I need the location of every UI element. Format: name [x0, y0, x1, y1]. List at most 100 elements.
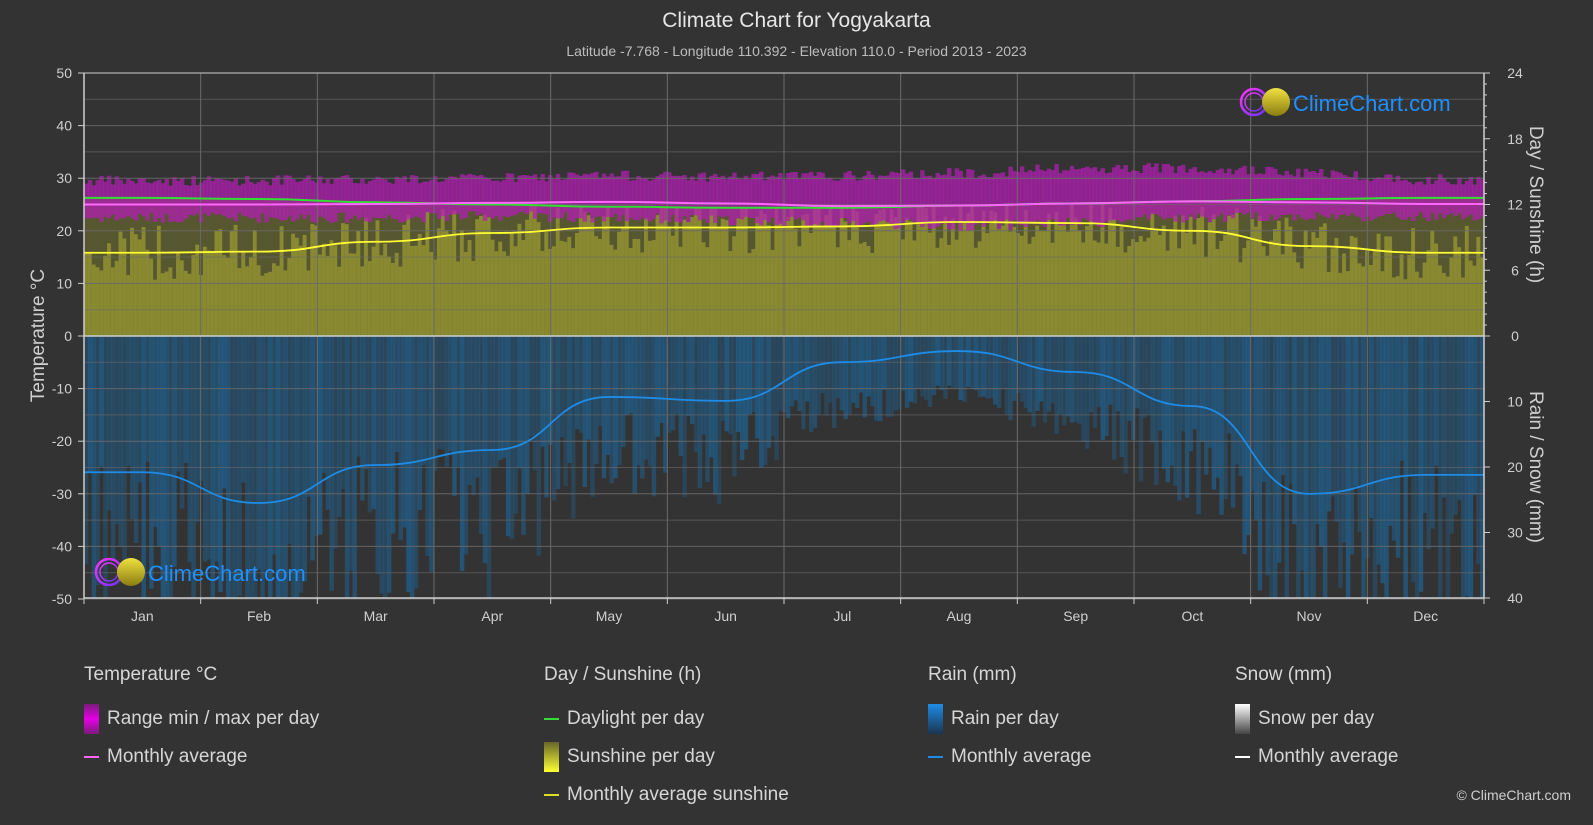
rain-bar — [1046, 336, 1052, 412]
sunshine-bar — [1380, 271, 1385, 336]
temp-range-bar — [839, 179, 845, 219]
rain-bar — [1127, 336, 1132, 421]
sunshine-bar — [881, 209, 887, 336]
sunshine-bar — [590, 218, 595, 336]
sunshine-bar — [1257, 216, 1263, 336]
rain-bar — [202, 336, 208, 562]
legend-title: Temperature °C — [84, 664, 218, 685]
sunshine-bar — [1223, 234, 1228, 336]
sunshine-bar — [456, 261, 461, 336]
sunshine-bar — [364, 217, 369, 336]
sunshine-bar — [1230, 214, 1236, 336]
rain-bar — [1142, 336, 1148, 418]
temp-range-bar — [640, 178, 645, 218]
rain-bar — [586, 336, 591, 440]
sunshine-bar — [1146, 237, 1151, 336]
temp-range-bar — [298, 181, 304, 215]
sunshine-bar — [770, 249, 776, 336]
rain-bar — [762, 336, 768, 466]
rain-bar — [149, 336, 154, 589]
temp-range-bar — [394, 176, 400, 220]
sunshine-bar — [927, 232, 933, 336]
rain-bar — [463, 336, 469, 555]
rain-bar — [1391, 336, 1397, 541]
rain-bar — [1108, 336, 1113, 405]
temp-range-bar — [1223, 172, 1228, 222]
sunshine-bar — [1035, 225, 1040, 336]
sunshine-bar — [847, 240, 852, 336]
temp-range-bar — [1092, 167, 1098, 225]
sunshine-bar — [248, 257, 254, 336]
sunshine-bar — [245, 266, 250, 336]
left-tick-label: 50 — [56, 65, 72, 81]
sunshine-bar — [1246, 240, 1251, 336]
sunshine-bar — [149, 258, 154, 336]
temp-range-bar — [759, 171, 764, 226]
sunshine-bar — [1253, 226, 1259, 336]
temp-range-bar — [1073, 169, 1079, 223]
rain-bar — [567, 336, 572, 463]
sunshine-bar — [962, 223, 967, 336]
copyright: © ClimeChart.com — [1456, 787, 1571, 803]
temp-range-bar — [1023, 172, 1029, 228]
temp-range-bar — [1403, 179, 1408, 220]
sunshine-bar — [294, 237, 300, 336]
legend-label: Monthly average — [951, 746, 1092, 767]
temp-range-bar — [1296, 168, 1301, 215]
legend-label: Daylight per day — [567, 708, 705, 729]
rain-bar — [590, 336, 595, 497]
temp-range-bar — [1138, 173, 1144, 218]
sunshine-bar — [532, 205, 538, 336]
left-tick-label: -40 — [52, 538, 72, 554]
temp-range-bar — [1119, 168, 1125, 223]
rain-bar — [571, 336, 576, 519]
temp-range-bar — [1173, 172, 1178, 222]
temp-range-bar — [1299, 177, 1305, 219]
temp-range-bar — [191, 176, 196, 216]
sunshine-bar — [989, 210, 994, 336]
temp-range-bar — [1054, 164, 1059, 222]
sunshine-bar — [544, 232, 549, 336]
sunshine-bar — [939, 238, 944, 336]
rain-bar — [448, 336, 453, 452]
legend-item: Sunshine per day — [544, 738, 789, 776]
rain-bar — [1276, 336, 1282, 563]
rain-bar — [1246, 336, 1251, 536]
rain-bar — [670, 336, 676, 431]
rain-bar — [866, 336, 871, 397]
temp-range-bar — [1242, 165, 1247, 215]
rain-bar — [429, 336, 434, 572]
rain-bar — [981, 336, 986, 397]
rain-bar — [1388, 336, 1393, 526]
sunshine-bar — [900, 239, 906, 336]
sunshine-bar — [371, 246, 377, 336]
temp-range-bar — [1227, 168, 1232, 216]
right-top-tick-label: 18 — [1507, 131, 1523, 147]
temp-range-bar — [410, 175, 415, 219]
temp-range-bar — [1177, 166, 1182, 215]
temp-range-bar — [513, 181, 519, 215]
temp-range-bar — [525, 175, 530, 215]
rain-bar — [145, 336, 150, 462]
temp-range-bar — [751, 173, 756, 218]
sunshine-bar — [563, 241, 568, 336]
temp-range-bar — [210, 180, 216, 213]
temp-range-bar — [1088, 168, 1094, 222]
rain-bar — [306, 336, 311, 497]
rain-bar — [597, 336, 603, 426]
sunshine-bar — [1165, 250, 1171, 336]
sunshine-bar — [310, 224, 315, 336]
rain-bar — [544, 336, 549, 498]
rain-bar — [287, 336, 292, 544]
rain-bar — [1430, 336, 1435, 529]
temp-range-bar — [532, 174, 538, 219]
sunshine-bar — [467, 239, 472, 336]
sunshine-bar — [1115, 246, 1121, 336]
rain-bar — [264, 336, 269, 570]
rain-bar — [1169, 336, 1174, 466]
rain-bar — [1177, 336, 1182, 501]
right-bottom-tick-label: 30 — [1507, 525, 1523, 541]
sunshine-bar — [509, 232, 515, 336]
rain-bar — [709, 336, 714, 458]
temp-range-bar — [904, 173, 910, 220]
